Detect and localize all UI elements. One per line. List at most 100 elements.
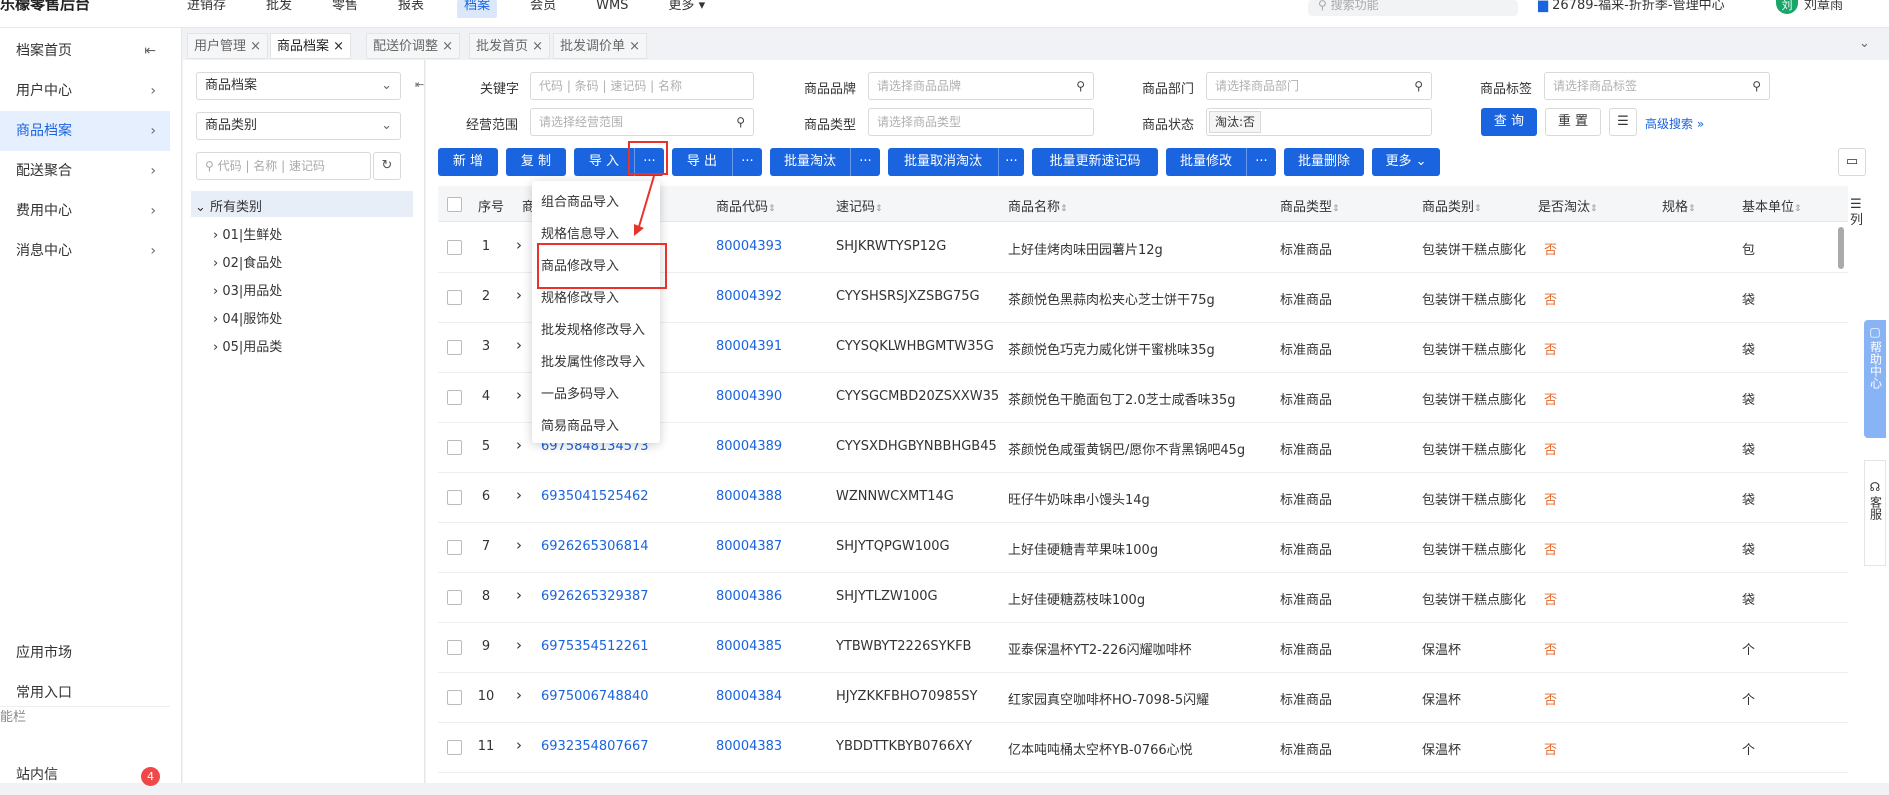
- cell-code[interactable]: 80004392: [716, 289, 782, 304]
- store-selector[interactable]: ▆ 26789-福来-折折季-管理中心: [1538, 0, 1725, 12]
- col-unit[interactable]: 基本单位⇕: [1742, 196, 1802, 215]
- user-menu[interactable]: 刘刘章雨: [1776, 0, 1843, 14]
- more-button[interactable]: 更多 ⌄: [1372, 148, 1440, 176]
- nav-item-huiyuan[interactable]: 会员: [523, 0, 563, 18]
- row-checkbox[interactable]: [447, 490, 462, 505]
- row-checkbox[interactable]: [447, 340, 462, 355]
- sidebar-item-inbox[interactable]: 站内信 4: [0, 755, 170, 795]
- query-button[interactable]: 查 询: [1481, 108, 1537, 136]
- expand-icon[interactable]: ›: [516, 736, 522, 754]
- nav-item-lingshou[interactable]: 零售: [325, 0, 365, 18]
- table-row[interactable]: 6 › 6935041525462 80004388 WZNNWCXMT14G 旺仔牛奶味…: [438, 473, 1848, 523]
- cell-code[interactable]: 80004390: [716, 389, 782, 404]
- select-all-checkbox[interactable]: [447, 197, 462, 212]
- cell-code[interactable]: 80004393: [716, 239, 782, 254]
- sidebar-item-goods-archive[interactable]: 商品档案 ›: [0, 111, 170, 151]
- sidebar-item-user-center[interactable]: 用户中心 ›: [0, 71, 170, 111]
- col-code[interactable]: 商品代码⇕: [716, 196, 776, 215]
- menu-item-wholesale-attr-import[interactable]: 批发属性修改导入: [541, 351, 645, 370]
- expand-icon[interactable]: ›: [516, 236, 522, 254]
- close-icon[interactable]: ×: [442, 39, 453, 54]
- type-input[interactable]: 请选择商品类型: [868, 108, 1094, 136]
- filter-settings-button[interactable]: ☰: [1609, 108, 1637, 136]
- batch-cancel-obsolete-button[interactable]: 批量取消淘汰: [888, 148, 998, 176]
- col-quick-code[interactable]: 速记码⇕: [836, 196, 883, 215]
- reset-button[interactable]: 重 置: [1545, 108, 1601, 136]
- dept-input[interactable]: 请选择商品部门 ⚲: [1206, 72, 1432, 100]
- row-checkbox[interactable]: [447, 540, 462, 555]
- brand-input[interactable]: 请选择商品品牌 ⚲: [868, 72, 1094, 100]
- cell-barcode[interactable]: 6926265329387: [541, 589, 649, 604]
- row-checkbox[interactable]: [447, 290, 462, 305]
- nav-item-jxc[interactable]: 进销存: [180, 0, 233, 18]
- refresh-button[interactable]: ↻: [373, 152, 401, 180]
- expand-icon[interactable]: ›: [516, 636, 522, 654]
- cell-code[interactable]: 80004383: [716, 739, 782, 754]
- status-select[interactable]: 淘汰:否: [1206, 108, 1432, 136]
- tab-goods-archive[interactable]: 商品档案 ×: [270, 33, 352, 59]
- tab-wholesale-price[interactable]: 批发调价单 ×: [553, 33, 648, 59]
- advanced-search-link[interactable]: 高级搜索 »: [1645, 115, 1704, 132]
- tree-node[interactable]: › 05|用品类: [213, 336, 282, 355]
- row-checkbox[interactable]: [447, 590, 462, 605]
- table-row[interactable]: 8 › 6926265329387 80004386 SHJYTLZW100G 上好佳硬糖…: [438, 573, 1848, 623]
- sidebar-item-common-entry[interactable]: 常用入口: [0, 673, 170, 713]
- nav-item-more[interactable]: 更多 ▾: [661, 0, 712, 18]
- table-row[interactable]: 7 › 6926265306814 80004387 SHJYTQPGW100G 上好佳硬…: [438, 523, 1848, 573]
- cell-barcode[interactable]: 6935041525462: [541, 489, 649, 504]
- cell-code[interactable]: 80004388: [716, 489, 782, 504]
- add-button[interactable]: 新 增: [438, 148, 498, 176]
- table-row[interactable]: 9 › 6975354512261 80004385 YTBWBYT2226SYKFB 亚…: [438, 623, 1848, 673]
- sidebar-item-home[interactable]: 档案首页 ⇤: [0, 31, 170, 71]
- menu-item-spec-info-import[interactable]: 规格信息导入: [541, 223, 619, 242]
- column-settings-button[interactable]: ☰ 列: [1850, 197, 1864, 229]
- cell-code[interactable]: 80004387: [716, 539, 782, 554]
- batch-obsolete-button[interactable]: 批量淘汰: [770, 148, 850, 176]
- cell-code[interactable]: 80004391: [716, 339, 782, 354]
- export-button[interactable]: 导 出: [672, 148, 732, 176]
- tabs-dropdown-icon[interactable]: ⌄: [1859, 36, 1870, 51]
- row-checkbox[interactable]: [447, 640, 462, 655]
- table-row[interactable]: 11 › 6932354807667 80004383 YBDDTTKBYB0766XY…: [438, 723, 1848, 773]
- cell-code[interactable]: 80004385: [716, 639, 782, 654]
- expand-icon[interactable]: ›: [516, 386, 522, 404]
- close-icon[interactable]: ×: [333, 39, 344, 54]
- sidebar-item-app-market[interactable]: 应用市场: [0, 633, 170, 673]
- close-icon[interactable]: ×: [250, 39, 261, 54]
- tree-node[interactable]: › 02|食品处: [213, 252, 282, 271]
- expand-icon[interactable]: ›: [516, 586, 522, 604]
- batch-update-code-button[interactable]: 批量更新速记码: [1032, 148, 1158, 176]
- scope-input[interactable]: 请选择经营范围 ⚲: [530, 108, 754, 136]
- export-more-button[interactable]: ···: [732, 148, 762, 176]
- cell-barcode[interactable]: 6975006748840: [541, 689, 649, 704]
- copy-button[interactable]: 复 制: [506, 148, 566, 176]
- import-button[interactable]: 导 入: [574, 148, 634, 176]
- row-checkbox[interactable]: [447, 740, 462, 755]
- expand-icon[interactable]: ›: [516, 486, 522, 504]
- menu-item-simple-import[interactable]: 简易商品导入: [541, 415, 619, 434]
- table-row[interactable]: 10 › 6975006748840 80004384 HJYZKKFBHO70985S…: [438, 673, 1848, 723]
- tree-node[interactable]: › 04|服饰处: [213, 308, 282, 327]
- batch-delete-button[interactable]: 批量删除: [1284, 148, 1364, 176]
- batch-cancel-more-button[interactable]: ···: [998, 148, 1024, 176]
- archive-type-select[interactable]: 商品档案 ⌄: [196, 72, 401, 100]
- nav-item-dangan[interactable]: 档案: [457, 0, 498, 18]
- row-checkbox[interactable]: [447, 240, 462, 255]
- status-tag[interactable]: 淘汰:否: [1209, 111, 1262, 133]
- tag-input[interactable]: 请选择商品标签 ⚲: [1544, 72, 1770, 100]
- tab-wholesale-home[interactable]: 批发首页 ×: [469, 33, 551, 59]
- table-scrollbar[interactable]: [1838, 227, 1844, 269]
- row-checkbox[interactable]: [447, 390, 462, 405]
- sidebar-item-message-center[interactable]: 消息中心 ›: [0, 231, 170, 271]
- tab-user-management[interactable]: 用户管理 ×: [187, 33, 269, 59]
- nav-item-wms[interactable]: WMS: [589, 0, 635, 18]
- batch-modify-button[interactable]: 批量修改: [1166, 148, 1246, 176]
- collapse-icon[interactable]: ⇤: [144, 31, 156, 71]
- col-name[interactable]: 商品名称⇕: [1008, 196, 1068, 215]
- menu-item-multi-code-import[interactable]: 一品多码导入: [541, 383, 619, 402]
- cell-code[interactable]: 80004384: [716, 689, 782, 704]
- sidebar-item-fee-center[interactable]: 费用中心 ›: [0, 191, 170, 231]
- tree-search-input[interactable]: ⚲ 代码 | 名称 | 速记码: [196, 152, 371, 180]
- row-checkbox[interactable]: [447, 690, 462, 705]
- expand-icon[interactable]: ›: [516, 436, 522, 454]
